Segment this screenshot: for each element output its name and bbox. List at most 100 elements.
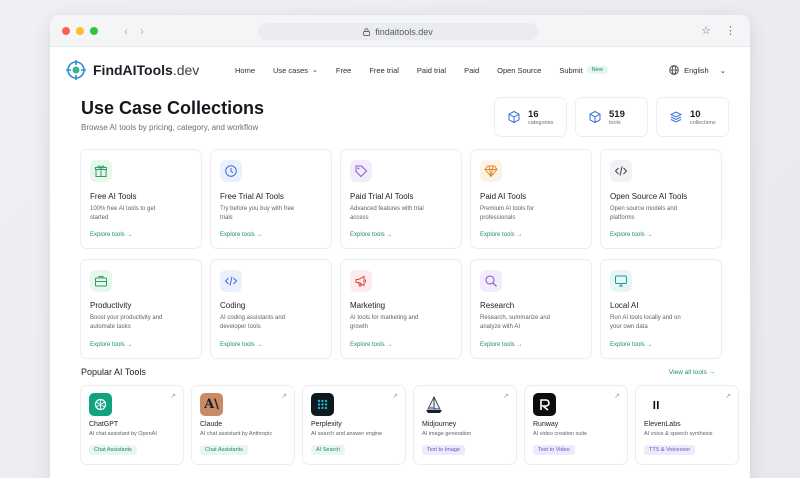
chevron-down-icon: ⌄ xyxy=(312,67,318,74)
tool-category-tag[interactable]: Text to Image xyxy=(422,445,466,455)
midjourney-logo-icon xyxy=(422,393,445,416)
megaphone-icon xyxy=(350,270,372,292)
card-title: Paid AI Tools xyxy=(480,192,527,201)
explore-tools-link[interactable]: Explore tools → xyxy=(350,232,392,238)
page-title: Use Case Collections xyxy=(81,98,265,118)
code-icon xyxy=(610,160,632,182)
external-link-icon[interactable]: ↗ xyxy=(170,392,176,400)
stat-categories: 16 categories xyxy=(494,97,567,137)
category-card-productivity[interactable]: Productivity Boost your productivity and… xyxy=(80,259,202,359)
stat-value: 10 xyxy=(690,108,701,120)
cube-icon xyxy=(508,110,520,124)
category-card-coding[interactable]: Coding AI coding assistants and develope… xyxy=(210,259,332,359)
bookmark-star-icon[interactable]: ☆ xyxy=(701,24,711,37)
card-description: Advanced features with trial access xyxy=(350,206,424,221)
new-badge: New xyxy=(586,66,608,74)
chevron-down-icon: ⌄ xyxy=(719,65,726,75)
language-selector[interactable]: English ⌄ xyxy=(669,65,726,75)
tool-name: ElevenLabs xyxy=(644,421,681,428)
back-arrow-icon[interactable]: ‹ xyxy=(124,24,128,38)
stat-label: collections xyxy=(690,119,716,126)
brand-logo-link[interactable]: FindAITools.dev xyxy=(65,59,199,81)
address-bar[interactable]: findaitools.dev xyxy=(258,23,538,40)
nav-open-source[interactable]: Open Source xyxy=(497,66,541,75)
monitor-icon xyxy=(610,270,632,292)
card-description: 100% free AI tools to get started xyxy=(90,206,156,221)
tool-name: Midjourney xyxy=(422,421,457,428)
forward-arrow-icon[interactable]: › xyxy=(140,24,144,38)
tool-category-tag[interactable]: AI Search xyxy=(311,445,346,455)
minimize-window-button[interactable] xyxy=(76,26,84,35)
tool-category-tag[interactable]: TTS & Voiceover xyxy=(644,445,696,455)
window-controls xyxy=(62,26,98,35)
claude-logo-icon: A\ xyxy=(200,393,223,416)
collection-card-paid-trial[interactable]: Paid Trial AI Tools Advanced features wi… xyxy=(340,149,462,249)
explore-tools-link[interactable]: Explore tools → xyxy=(220,232,262,238)
nav-free[interactable]: Free xyxy=(336,66,351,75)
globe-icon xyxy=(669,65,679,75)
collection-card-free-trial[interactable]: Free Trial AI Tools Try before you buy w… xyxy=(210,149,332,249)
page-subtitle: Browse AI tools by pricing, category, an… xyxy=(81,123,259,132)
category-card-marketing[interactable]: Marketing AI tools for marketing and gro… xyxy=(340,259,462,359)
explore-tools-link[interactable]: Explore tools → xyxy=(90,342,132,348)
stat-value: 519 xyxy=(609,108,625,120)
card-title: Open Source AI Tools xyxy=(610,192,688,201)
close-window-button[interactable] xyxy=(62,26,70,35)
tool-category-tag[interactable]: Text to Video xyxy=(533,445,575,455)
collection-card-paid[interactable]: Paid AI Tools Premium AI tools for profe… xyxy=(470,149,592,249)
perplexity-logo-icon xyxy=(311,393,334,416)
explore-tools-link[interactable]: Explore tools → xyxy=(90,232,132,238)
explore-tools-link[interactable]: Explore tools → xyxy=(220,342,262,348)
nav-paid-trial[interactable]: Paid trial xyxy=(417,66,446,75)
card-description: Premium AI tools for professionals xyxy=(480,206,535,221)
browser-chrome: ‹ › findaitools.dev ☆ ⋮ xyxy=(50,15,750,47)
card-description: AI coding assistants and developer tools xyxy=(220,315,286,330)
external-link-icon[interactable]: ↗ xyxy=(503,392,509,400)
stat-collections: 10 collections xyxy=(656,97,729,137)
card-description: Try before you buy with free trials xyxy=(220,206,295,221)
external-link-icon[interactable]: ↗ xyxy=(281,392,287,400)
category-card-research[interactable]: Research Research, summarize and analyze… xyxy=(470,259,592,359)
nav-submit[interactable]: Submit New xyxy=(559,66,608,75)
chatgpt-logo-icon xyxy=(89,393,112,416)
explore-tools-link[interactable]: Explore tools → xyxy=(610,342,652,348)
external-link-icon[interactable]: ↗ xyxy=(725,392,731,400)
explore-tools-link[interactable]: Explore tools → xyxy=(480,342,522,348)
view-all-tools-link[interactable]: View all tools → xyxy=(669,369,715,376)
tool-card-perplexity[interactable]: ↗ Perplexity AI search and answer engine… xyxy=(302,385,406,465)
explore-tools-link[interactable]: Explore tools → xyxy=(610,232,652,238)
stats-panel: 16 categories 519 tools 10 collections xyxy=(494,97,729,137)
tool-card-claude[interactable]: A\ ↗ Claude AI chat assistant by Anthrop… xyxy=(191,385,295,465)
collection-card-open-source[interactable]: Open Source AI Tools Open source models … xyxy=(600,149,722,249)
collection-card-free[interactable]: Free AI Tools 100% free AI tools to get … xyxy=(80,149,202,249)
card-description: Open source models and platforms xyxy=(610,206,678,221)
tool-name: ChatGPT xyxy=(89,421,119,428)
tool-card-midjourney[interactable]: ↗ Midjourney AI image generation Text to… xyxy=(413,385,517,465)
tool-card-elevenlabs[interactable]: ↗ ElevenLabs AI voice & speech synthesis… xyxy=(635,385,739,465)
nav-home[interactable]: Home xyxy=(235,66,255,75)
briefcase-icon xyxy=(90,270,112,292)
tool-card-chatgpt[interactable]: ↗ ChatGPT AI chat assistant by OpenAI Ch… xyxy=(80,385,184,465)
external-link-icon[interactable]: ↗ xyxy=(614,392,620,400)
maximize-window-button[interactable] xyxy=(90,26,98,35)
collections-grid: Free AI Tools 100% free AI tools to get … xyxy=(80,149,722,249)
category-card-local-ai[interactable]: Local AI Run AI tools locally and on you… xyxy=(600,259,722,359)
nav-free-trial[interactable]: Free trial xyxy=(369,66,399,75)
nav-use-cases[interactable]: Use cases ⌄ xyxy=(273,66,318,75)
tool-category-tag[interactable]: Chat Assistants xyxy=(89,445,137,455)
card-title: Free Trial AI Tools xyxy=(220,192,284,201)
explore-tools-link[interactable]: Explore tools → xyxy=(480,232,522,238)
lock-icon xyxy=(363,27,371,36)
external-link-icon[interactable]: ↗ xyxy=(392,392,398,400)
more-menu-icon[interactable]: ⋮ xyxy=(725,24,736,37)
tool-category-tag[interactable]: Chat Assistants xyxy=(200,445,248,455)
explore-tools-link[interactable]: Explore tools → xyxy=(350,342,392,348)
card-title: Research xyxy=(480,301,515,310)
nav-paid[interactable]: Paid xyxy=(464,66,479,75)
history-controls: ‹ › xyxy=(124,24,144,38)
runway-logo-icon xyxy=(533,393,556,416)
tool-card-runway[interactable]: ↗ Runway AI video creation suite Text to… xyxy=(524,385,628,465)
tool-name: Claude xyxy=(200,421,223,428)
card-title: Productivity xyxy=(90,301,132,310)
language-label: English xyxy=(684,65,709,75)
